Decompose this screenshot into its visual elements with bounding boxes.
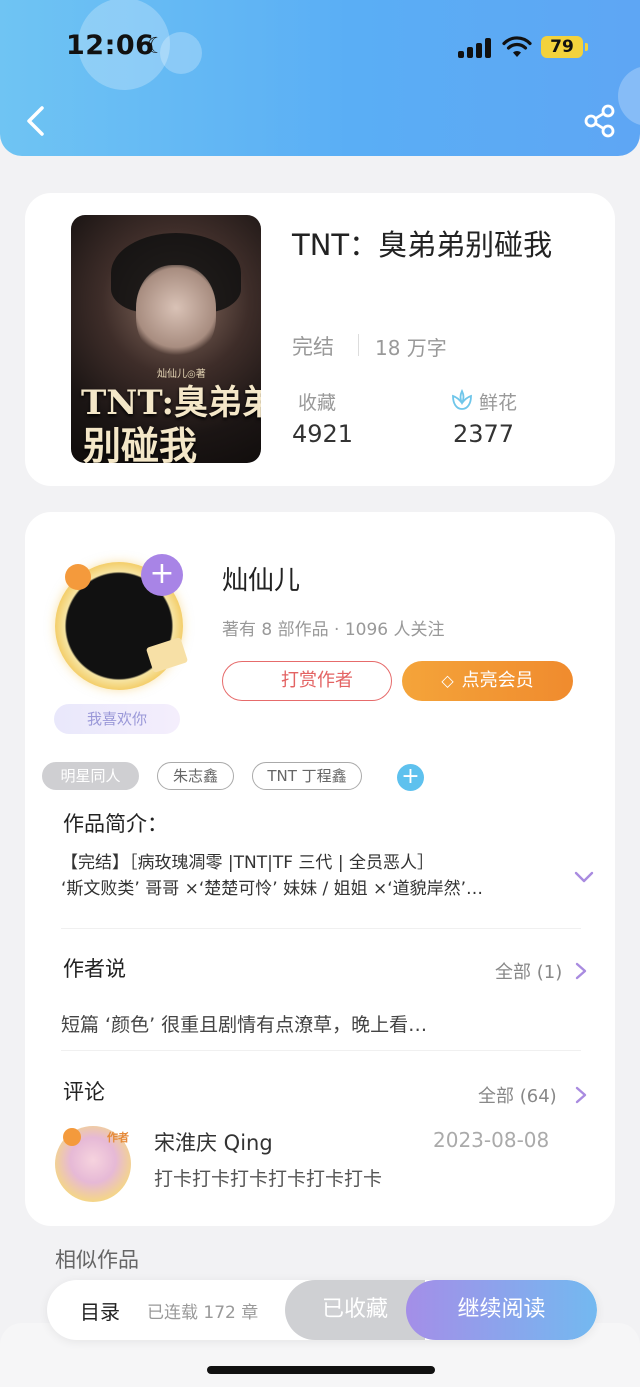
header-bubble: [160, 32, 202, 74]
follow-plus-button[interactable]: +: [141, 554, 183, 596]
battery-indicator: 79: [541, 36, 583, 58]
status-time: 12:06: [66, 30, 155, 61]
author-says-text[interactable]: 短篇 ‘颜色’ 很重且剧情有点潦草，晚上看…: [61, 1010, 427, 1037]
avatar-frame-decoration: [65, 564, 91, 590]
share-icon[interactable]: [584, 104, 616, 138]
book-cover[interactable]: 灿仙儿◎著 TNT:臭弟弟 别碰我: [71, 215, 261, 463]
diamond-icon: ◇: [441, 671, 454, 690]
home-indicator: [207, 1366, 435, 1374]
divider: [358, 334, 359, 356]
continue-reading-button[interactable]: 继续阅读: [406, 1280, 597, 1340]
signal-icon: [458, 38, 492, 58]
cover-title: 别碰我: [83, 423, 198, 463]
tag-item[interactable]: TNT 丁程鑫: [252, 762, 362, 790]
intro-line: ‘斯文败类’ 哥哥 ×‘楚楚可怜’ 妹妹 / 姐姐 ×‘道貌岸然’…: [61, 879, 484, 899]
comment-date: 2023-08-08: [433, 1128, 550, 1152]
tag-item[interactable]: 朱志鑫: [157, 762, 234, 790]
collected-button[interactable]: 已收藏: [285, 1280, 425, 1340]
reward-author-button[interactable]: 打赏作者: [222, 661, 392, 701]
chevron-down-icon[interactable]: [574, 870, 594, 884]
comments-see-all[interactable]: 全部 (64): [478, 1082, 557, 1108]
vip-button[interactable]: ◇ 点亮会员: [402, 661, 573, 701]
intro-title: 作品简介：: [63, 812, 168, 836]
comment-author-name[interactable]: 宋淮庆 Qing: [154, 1127, 273, 1157]
author-says-see-all[interactable]: 全部 (1): [495, 958, 562, 984]
top-header: 12:06 ☾ 79: [0, 0, 640, 156]
author-says-title: 作者说: [63, 957, 126, 981]
cover-art: [136, 265, 216, 360]
chevron-right-icon[interactable]: [575, 962, 587, 980]
flowers-count: 2377: [453, 420, 515, 448]
favorites-count: 4921: [292, 420, 354, 448]
chevron-left-icon[interactable]: [24, 104, 48, 138]
vip-button-label: 点亮会员: [461, 670, 534, 691]
battery-tip: [585, 43, 588, 51]
bottom-action-bar: 目录 已连载 172 章 已收藏 继续阅读: [47, 1280, 597, 1340]
favorites-label: 收藏: [298, 392, 337, 414]
tag-item[interactable]: 明星同人: [42, 762, 139, 790]
word-count: 18 万字: [375, 336, 447, 360]
header-bubble: [618, 66, 640, 126]
author-meta: 著有 8 部作品 · 1096 人关注: [222, 620, 445, 640]
moon-icon: ☾: [146, 34, 166, 59]
chevron-right-icon[interactable]: [575, 1086, 587, 1104]
author-name[interactable]: 灿仙儿: [222, 560, 300, 597]
like-badge: 我喜欢你: [54, 704, 180, 734]
similar-works-title: 相似作品: [55, 1248, 139, 1272]
author-tag-badge: 作者: [107, 1131, 129, 1144]
divider: [61, 1050, 581, 1051]
comments-title: 评论: [63, 1080, 105, 1104]
toc-button[interactable]: 目录: [80, 1296, 120, 1325]
details-card: + 我喜欢你 灿仙儿 著有 8 部作品 · 1096 人关注 打赏作者 ◇ 点亮会…: [25, 512, 615, 1226]
book-title: TNT：臭弟弟别碰我: [292, 228, 553, 262]
intro-text[interactable]: 【完结】［病玫瑰凋零 |TNT|TF 三代 | 全员恶人］ ‘斯文败类’ 哥哥 …: [61, 850, 561, 902]
comment-text[interactable]: 打卡打卡打卡打卡打卡打卡: [154, 1164, 382, 1191]
flower-icon: [452, 389, 472, 410]
book-status: 完结: [292, 335, 334, 359]
divider: [61, 928, 581, 929]
book-info-card: 灿仙儿◎著 TNT:臭弟弟 别碰我 TNT：臭弟弟别碰我 完结 18 万字 收藏…: [25, 193, 615, 486]
wifi-icon: [502, 36, 532, 57]
intro-line: 【完结】［病玫瑰凋零 |TNT|TF 三代 | 全员恶人］: [61, 853, 434, 873]
serial-status: 已连载 172 章: [147, 1303, 259, 1323]
avatar-frame-decoration: [63, 1128, 81, 1146]
flowers-label: 鲜花: [479, 392, 518, 414]
add-tag-button[interactable]: +: [397, 764, 424, 791]
